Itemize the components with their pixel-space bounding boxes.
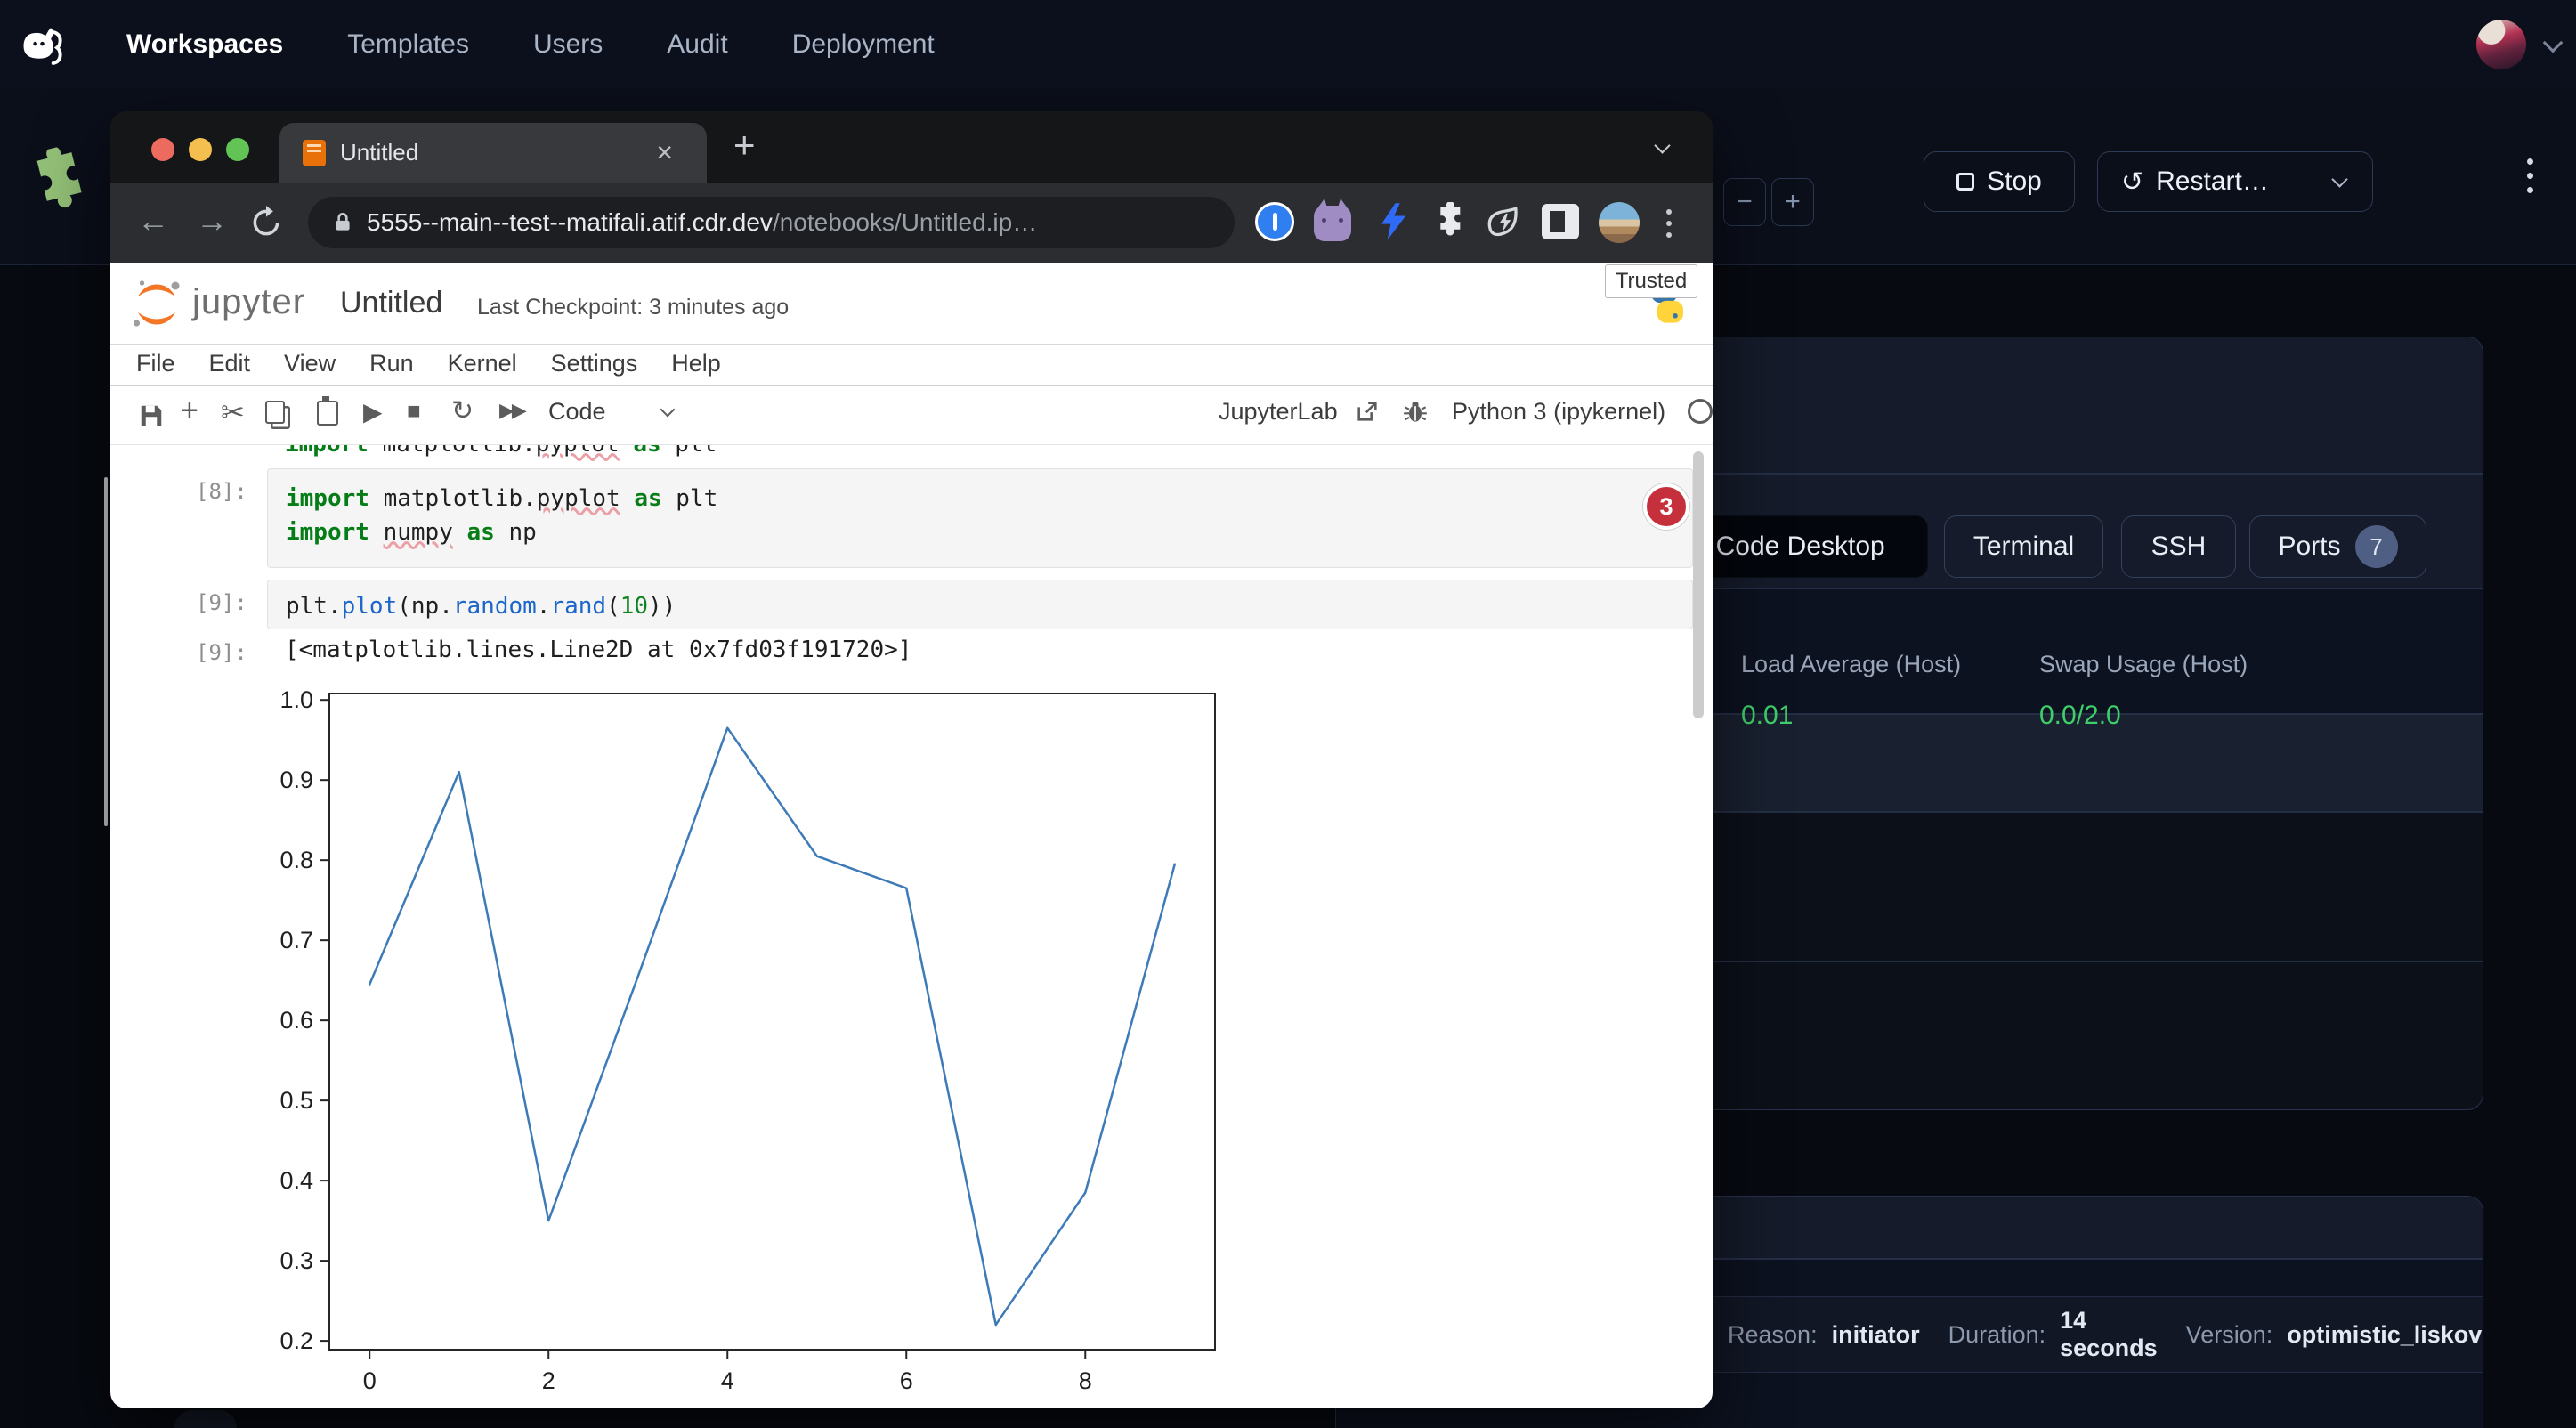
window-maximize-button[interactable] <box>226 138 249 161</box>
top-nav: Workspaces Templates Users Audit Deploym… <box>0 0 2576 89</box>
nav-item-deployment[interactable]: Deployment <box>792 29 935 60</box>
terminal-button[interactable]: Terminal <box>1944 515 2103 578</box>
ssh-button[interactable]: SSH <box>2121 515 2236 578</box>
svg-text:1.0: 1.0 <box>279 686 313 713</box>
svg-text:0.8: 0.8 <box>279 847 313 873</box>
reload-button[interactable] <box>249 206 283 239</box>
side-panel-icon[interactable] <box>1542 204 1579 239</box>
browser-window: Untitled × + ← → 5555--main--test--matif… <box>110 111 1713 1408</box>
browser-tab[interactable]: Untitled × <box>279 123 707 183</box>
stop-workspace-button[interactable]: Stop <box>1924 151 2075 212</box>
extensions-puzzle-icon[interactable] <box>1430 202 1469 241</box>
svg-text:0.5: 0.5 <box>279 1087 313 1114</box>
tab-search-chevron-icon[interactable] <box>1654 137 1670 153</box>
browser-tab-strip: Untitled × + <box>110 111 1713 183</box>
svg-text:0.4: 0.4 <box>279 1167 313 1194</box>
nav-item-workspaces[interactable]: Workspaces <box>126 29 283 60</box>
swap-usage-label: Swap Usage (Host) <box>2039 651 2248 678</box>
browser-menu-kebab-icon[interactable] <box>1666 209 1672 238</box>
address-bar[interactable]: 5555--main--test--matifali.atif.cdr.dev/… <box>308 197 1235 248</box>
svg-text:6: 6 <box>900 1367 913 1394</box>
nav-item-templates[interactable]: Templates <box>347 29 469 60</box>
matplotlib-line-chart: 0.2 0.3 0.4 0.5 0.6 0.7 0.8 0.9 1.0 0 2 4 6 8 <box>110 263 1704 1408</box>
profile-avatar[interactable] <box>1599 202 1640 243</box>
duration-label: Duration: <box>1948 1321 2046 1349</box>
svg-text:0.3: 0.3 <box>279 1247 313 1274</box>
restart-workspace-button[interactable]: ↺ Restart… <box>2097 151 2373 212</box>
url-path: /notebooks/Untitled.ip… <box>773 208 1037 237</box>
github-extension-icon[interactable] <box>1314 206 1351 241</box>
nav-item-audit[interactable]: Audit <box>667 29 727 60</box>
password-manager-extension-icon[interactable] <box>1255 202 1294 241</box>
svg-text:0.9: 0.9 <box>279 767 313 793</box>
window-minimize-button[interactable] <box>189 138 212 161</box>
workspace-menu-kebab-icon[interactable] <box>2527 158 2533 193</box>
forward-button[interactable]: → <box>196 202 228 239</box>
user-avatar[interactable] <box>2476 20 2526 69</box>
screen: Workspaces Templates Users Audit Deploym… <box>0 0 2576 1428</box>
ports-button[interactable]: Ports 7 <box>2249 515 2426 578</box>
background-bump <box>174 1410 237 1428</box>
split-divider <box>2305 152 2306 211</box>
leaf-extension-icon[interactable] <box>1485 202 1524 241</box>
new-tab-button[interactable]: + <box>733 124 756 166</box>
tab-close-icon[interactable]: × <box>656 136 673 169</box>
svg-text:8: 8 <box>1079 1367 1092 1394</box>
chevron-down-icon[interactable] <box>2543 33 2564 53</box>
window-close-button[interactable] <box>151 138 174 161</box>
back-button[interactable]: ← <box>137 202 169 239</box>
svg-text:4: 4 <box>721 1367 734 1394</box>
coder-logo-icon[interactable] <box>14 20 64 69</box>
stop-icon <box>1956 173 1974 191</box>
svg-text:2: 2 <box>542 1367 555 1394</box>
jupyter-notebook: jupyter Untitled Last Checkpoint: 3 minu… <box>110 263 1713 1408</box>
tab-title: Untitled <box>340 139 418 166</box>
lightning-extension-icon[interactable] <box>1374 202 1412 241</box>
url-host: 5555--main--test--matifali.atif.cdr.dev <box>367 208 773 237</box>
background-window-edge <box>104 477 108 826</box>
load-average-label: Load Average (Host) <box>1741 651 1961 678</box>
svg-text:0: 0 <box>363 1367 377 1394</box>
restart-options-chevron-icon[interactable] <box>2331 171 2347 187</box>
reason-label: Reason: <box>1728 1321 1818 1349</box>
svg-text:0.2: 0.2 <box>279 1327 313 1354</box>
duration-value: 14 seconds <box>2060 1307 2158 1362</box>
reason-value: initiator <box>1832 1321 1920 1349</box>
load-average-value: 0.01 <box>1741 701 1793 731</box>
lock-icon <box>331 211 354 234</box>
swap-usage-value: 0.0/2.0 <box>2039 701 2121 731</box>
svg-text:0.7: 0.7 <box>279 927 313 953</box>
increase-time-button[interactable]: + <box>1771 178 1814 226</box>
ports-count-badge: 7 <box>2355 525 2398 568</box>
version-label: Version: <box>2186 1321 2273 1349</box>
svg-text:0.6: 0.6 <box>279 1007 313 1034</box>
restart-icon: ↺ <box>2121 166 2143 198</box>
notebook-favicon <box>303 140 326 166</box>
nav-item-users[interactable]: Users <box>533 29 603 60</box>
decrease-time-button[interactable]: − <box>1723 178 1766 226</box>
version-value: optimistic_liskov9 <box>2287 1321 2483 1349</box>
